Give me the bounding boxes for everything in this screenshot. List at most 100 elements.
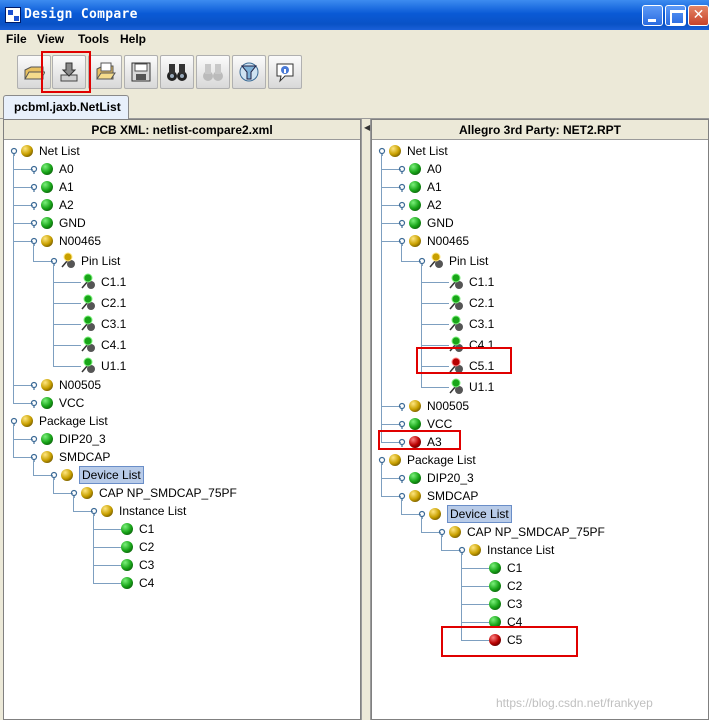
menu-help[interactable]: Help: [120, 32, 146, 46]
expand-toggle-icon[interactable]: [29, 236, 38, 246]
find-next-button[interactable]: [196, 55, 230, 89]
tree-node-package-list[interactable]: Package List: [4, 412, 360, 430]
tree-node-instance-list[interactable]: Instance List: [372, 541, 708, 559]
tree-node-pin-list[interactable]: Pin List: [372, 252, 708, 270]
green-ball-icon: [39, 161, 55, 177]
save-button[interactable]: [124, 55, 158, 89]
tree-node-a0[interactable]: A0: [372, 160, 708, 178]
tree-node-a1[interactable]: A1: [372, 178, 708, 196]
menu-file[interactable]: File: [6, 32, 27, 46]
expand-toggle-icon[interactable]: [397, 419, 406, 429]
pin-green-ball-icon: [79, 356, 99, 373]
expand-toggle-icon[interactable]: [397, 401, 406, 411]
tree-node-instance-list[interactable]: Instance List: [4, 502, 360, 520]
tree-node-net-list[interactable]: Net List: [372, 142, 708, 160]
expand-toggle-icon[interactable]: [29, 398, 38, 408]
menu-view[interactable]: View: [37, 32, 64, 46]
tree-node-net-list[interactable]: Net List: [4, 142, 360, 160]
minimize-button[interactable]: [642, 5, 663, 26]
tree-node-c1[interactable]: C1: [4, 520, 360, 538]
tree-node-package-list[interactable]: Package List: [372, 451, 708, 469]
tree-node-n00465[interactable]: N00465: [372, 232, 708, 250]
tree-node-dip20-3[interactable]: DIP20_3: [4, 430, 360, 448]
expand-toggle-icon[interactable]: [417, 256, 426, 266]
expand-toggle-icon[interactable]: [437, 527, 446, 537]
tree-node-u1-1[interactable]: U1.1: [4, 357, 360, 375]
open-multi-button[interactable]: [88, 55, 122, 89]
tree-node-c2[interactable]: C2: [372, 577, 708, 595]
expand-toggle-icon[interactable]: [9, 146, 18, 156]
tree-node-c2-1[interactable]: C2.1: [4, 294, 360, 312]
tree-node-device-list[interactable]: Device List: [372, 505, 708, 523]
tree-node-pin-list[interactable]: Pin List: [4, 252, 360, 270]
tree-node-gnd[interactable]: GND: [4, 214, 360, 232]
tree-node-c2[interactable]: C2: [4, 538, 360, 556]
tree-node-label: C2: [507, 579, 523, 593]
tab-netlist[interactable]: pcbml.jaxb.NetList: [3, 95, 129, 119]
split-divider[interactable]: ◀: [361, 119, 371, 720]
tree-node-c1-1[interactable]: C1.1: [4, 273, 360, 291]
tree-node-n00505[interactable]: N00505: [372, 397, 708, 415]
gold-ball-icon: [407, 398, 423, 414]
pin-green-ball-icon: [79, 272, 99, 289]
filter-button[interactable]: [232, 55, 266, 89]
expand-toggle-icon[interactable]: [397, 491, 406, 501]
expand-toggle-icon[interactable]: [89, 506, 98, 516]
tree-node-c1-1[interactable]: C1.1: [372, 273, 708, 291]
tree-node-u1-1[interactable]: U1.1: [372, 378, 708, 396]
expand-toggle-icon[interactable]: [29, 182, 38, 192]
expand-toggle-icon[interactable]: [29, 434, 38, 444]
close-button[interactable]: ✕: [688, 5, 709, 26]
expand-toggle-icon[interactable]: [397, 473, 406, 483]
tree-node-gnd[interactable]: GND: [372, 214, 708, 232]
expand-toggle-icon[interactable]: [29, 218, 38, 228]
expand-toggle-icon[interactable]: [9, 416, 18, 426]
expand-toggle-icon[interactable]: [397, 182, 406, 192]
tree-node-c3-1[interactable]: C3.1: [372, 315, 708, 333]
tree-node-c1[interactable]: C1: [372, 559, 708, 577]
expand-toggle-icon[interactable]: [397, 164, 406, 174]
tree-node-cap-np-smdcap-75pf[interactable]: CAP NP_SMDCAP_75PF: [4, 484, 360, 502]
tree-node-n00505[interactable]: N00505: [4, 376, 360, 394]
expand-toggle-icon[interactable]: [29, 200, 38, 210]
menu-tools[interactable]: Tools: [78, 32, 109, 46]
gold-ball-icon: [467, 542, 483, 558]
tree-node-a0[interactable]: A0: [4, 160, 360, 178]
tree-node-c2-1[interactable]: C2.1: [372, 294, 708, 312]
expand-toggle-icon[interactable]: [49, 470, 58, 480]
tree-node-c3-1[interactable]: C3.1: [4, 315, 360, 333]
tree-node-c3[interactable]: C3: [4, 556, 360, 574]
expand-toggle-icon[interactable]: [397, 200, 406, 210]
expand-toggle-icon[interactable]: [49, 256, 58, 266]
find-button[interactable]: [160, 55, 194, 89]
tree-node-n00465[interactable]: N00465: [4, 232, 360, 250]
maximize-button[interactable]: [665, 5, 686, 26]
tree-node-a2[interactable]: A2: [4, 196, 360, 214]
expand-toggle-icon[interactable]: [417, 509, 426, 519]
expand-toggle-icon[interactable]: [377, 146, 386, 156]
tree-node-smdcap[interactable]: SMDCAP: [372, 487, 708, 505]
tree-node-dip20-3[interactable]: DIP20_3: [372, 469, 708, 487]
tree-node-device-list[interactable]: Device List: [4, 466, 360, 484]
info-button[interactable]: [268, 55, 302, 89]
tree-node-a1[interactable]: A1: [4, 178, 360, 196]
tree-node-cap-np-smdcap-75pf[interactable]: CAP NP_SMDCAP_75PF: [372, 523, 708, 541]
tree-node-vcc[interactable]: VCC: [4, 394, 360, 412]
expand-toggle-icon[interactable]: [69, 488, 78, 498]
tree-node-smdcap[interactable]: SMDCAP: [4, 448, 360, 466]
tree-node-c4-1[interactable]: C4.1: [4, 336, 360, 354]
left-tree-panel[interactable]: PCB XML: netlist-compare2.xml Net List A0…: [3, 119, 361, 720]
gold-ball-icon: [59, 467, 75, 483]
expand-toggle-icon[interactable]: [397, 218, 406, 228]
tree-node-label: C2: [139, 540, 155, 554]
expand-toggle-icon[interactable]: [377, 455, 386, 465]
tree-node-c4[interactable]: C4: [4, 574, 360, 592]
expand-toggle-icon[interactable]: [397, 236, 406, 246]
title-bar[interactable]: Design Compare ✕: [0, 0, 709, 30]
expand-toggle-icon[interactable]: [457, 545, 466, 555]
expand-toggle-icon[interactable]: [29, 164, 38, 174]
expand-toggle-icon[interactable]: [29, 380, 38, 390]
expand-toggle-icon[interactable]: [29, 452, 38, 462]
tree-node-c3[interactable]: C3: [372, 595, 708, 613]
tree-node-a2[interactable]: A2: [372, 196, 708, 214]
